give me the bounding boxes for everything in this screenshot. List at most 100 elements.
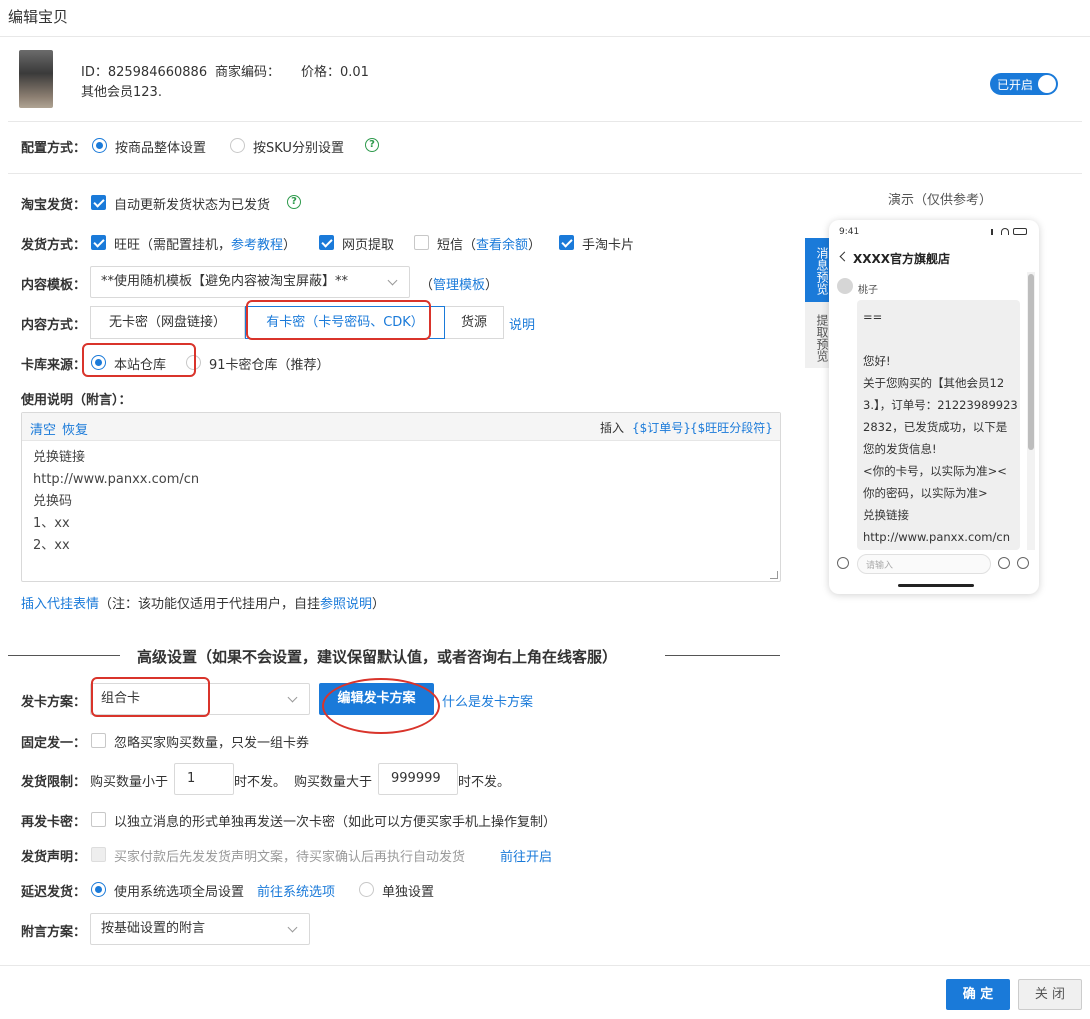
config-sku-radio[interactable] (230, 138, 245, 153)
plus-icon[interactable] (1017, 557, 1029, 569)
editor-content: 兑换链接 http://www.panxx.com/cn 兑换码 1、xx 2、… (33, 447, 199, 557)
tab-with-card[interactable]: 有卡密（卡号密码、CDK） (245, 306, 445, 339)
config-whole-radio[interactable] (92, 138, 107, 153)
header-divider (8, 121, 1082, 122)
fixed-one-checkbox[interactable] (91, 733, 106, 748)
declaration-label: 发货声明： (21, 850, 87, 865)
bubble-line: 兑换链接 (863, 508, 909, 522)
insert-order-link[interactable]: {$订单号} (632, 419, 691, 436)
confirm-button[interactable]: 确 定 (946, 979, 1010, 1010)
sms-text: 短信（查看余额） (437, 234, 541, 253)
taobao-ship-label: 淘宝发货： (21, 198, 87, 213)
wangwang-text: 旺旺（需配置挂机，参考教程） (114, 234, 296, 253)
declaration-enable-link[interactable]: 前往开启 (500, 846, 552, 865)
stock-91-label: 91卡密仓库（推荐） (209, 358, 330, 373)
edit-card-plan-button[interactable]: 编辑发卡方案 (319, 683, 434, 715)
stock-local-radio[interactable] (91, 355, 106, 370)
title-divider (0, 36, 1090, 37)
bubble-line (863, 328, 1018, 350)
template-select[interactable]: **使用随机模板【避免内容被淘宝屏蔽】** (90, 266, 410, 298)
tab-source[interactable]: 货源 (445, 306, 504, 339)
voice-icon[interactable] (837, 557, 849, 569)
auto-update-checkbox[interactable] (91, 195, 106, 210)
stock-local-label: 本站仓库 (114, 358, 167, 373)
delay-single-radio[interactable] (359, 882, 374, 897)
manage-open: （ (420, 278, 434, 293)
what-is-card-plan-link[interactable]: 什么是发卡方案 (442, 691, 533, 710)
resend-checkbox[interactable] (91, 812, 106, 827)
wifi-icon (1001, 228, 1009, 235)
insert-emoji-link[interactable]: 插入代挂表情 (21, 597, 99, 612)
explain-link[interactable]: 说明 (509, 314, 535, 333)
postscript-label: 附言方案： (21, 925, 87, 940)
resize-handle-icon[interactable] (770, 571, 778, 579)
advanced-divider-right (665, 655, 780, 656)
product-id: ID：825984660886 (81, 65, 208, 80)
instructions-editor[interactable]: 清空 恢复 插入 {$订单号} {$旺旺分段符} 兑换链接 http://www… (21, 412, 781, 582)
fixed-one-text: 忽略买家购买数量，只发一组卡券 (114, 736, 310, 751)
instructions-label: 使用说明（附言）： (21, 393, 132, 408)
bubble-line: 关于您购买的【其他会员12 (863, 376, 1005, 390)
bubble-line: 2832，已发货成功，以下是 (863, 420, 1008, 434)
reference-link[interactable]: 参照说明 (320, 597, 372, 612)
avatar (837, 278, 853, 294)
delay-single-label: 单独设置 (382, 885, 435, 900)
emoji-icon[interactable] (998, 557, 1010, 569)
preview-title: 演示（仅供参考） (888, 193, 993, 208)
config-whole-label: 按商品整体设置 (115, 141, 207, 156)
editor-line: 兑换码 (33, 494, 73, 509)
tutorial-link[interactable]: 参考教程 (231, 238, 283, 253)
taobao-ship-help-icon[interactable]: ? (287, 195, 301, 209)
sms-label: 短信（ (437, 238, 477, 253)
phone-scrollbar-thumb[interactable] (1028, 274, 1034, 450)
wangwang-label: 旺旺（需配置挂机， (114, 238, 232, 253)
wangwang-close: ） (283, 238, 297, 253)
emoji-close: ） (372, 597, 386, 612)
config-help-icon[interactable]: ? (365, 138, 379, 152)
max-quantity-input[interactable]: 999999 (378, 763, 458, 795)
system-options-link[interactable]: 前往系统选项 (257, 881, 335, 900)
editor-line: http://www.panxx.com/cn (33, 472, 200, 487)
clear-button[interactable]: 清空 (30, 419, 56, 438)
bubble-line: 您好! (863, 354, 891, 368)
bubble-line: 您的发货信息! (863, 442, 937, 456)
restore-button[interactable]: 恢复 (62, 419, 88, 438)
phone-input-placeholder: 请输入 (866, 561, 894, 571)
balance-link[interactable]: 查看余额 (476, 238, 528, 253)
bubble-line: 3.】，订单号：21223989923 (863, 398, 1018, 412)
manage-template: （管理模板） (420, 274, 498, 293)
manage-template-link[interactable]: 管理模板 (433, 278, 485, 293)
tab-extract-preview[interactable]: 提取预览 (805, 302, 829, 368)
card-plan-select[interactable]: 组合卡 (90, 683, 310, 715)
insert-ww-link[interactable]: {$旺旺分段符} (690, 419, 773, 436)
postscript-selected: 按基础设置的附言 (101, 921, 206, 936)
delay-system-radio[interactable] (91, 882, 106, 897)
product-name: 其他会员123. (81, 85, 162, 100)
close-button[interactable]: 关 闭 (1018, 979, 1082, 1010)
limit-more-prefix: 购买数量大于 (294, 775, 373, 790)
delay-system-label: 使用系统选项全局设置 (114, 885, 245, 900)
tab-no-card[interactable]: 无卡密（网盘链接） (90, 306, 245, 339)
template-label: 内容模板： (21, 278, 87, 293)
enabled-toggle[interactable]: 已开启 (990, 73, 1058, 95)
mobile-card-checkbox[interactable] (559, 235, 574, 250)
phone-message-input[interactable]: 请输入 (857, 554, 991, 574)
back-chevron-icon[interactable] (839, 251, 850, 262)
postscript-select[interactable]: 按基础设置的附言 (90, 913, 310, 945)
web-extract-checkbox[interactable] (319, 235, 334, 250)
advanced-title: 高级设置（如果不会设置，建议保留默认值，或者咨询右上角在线客服） (137, 648, 618, 666)
signal-icon (991, 229, 999, 235)
tab-source-label: 货源 (460, 315, 487, 330)
tab-with-card-label: 有卡密（卡号密码、CDK） (266, 315, 424, 330)
declaration-checkbox[interactable] (91, 847, 106, 862)
emoji-insert-row: 插入代挂表情（注：该功能仅适用于代挂用户，自挂参照说明） (21, 593, 385, 612)
battery-icon (1013, 228, 1027, 235)
tab-message-preview[interactable]: 消息预览 (805, 238, 829, 302)
emoji-note: （注：该功能仅适用于代挂用户，自挂 (99, 597, 321, 612)
wangwang-checkbox[interactable] (91, 235, 106, 250)
stock-91-radio[interactable] (186, 355, 201, 370)
sms-checkbox[interactable] (414, 235, 429, 250)
min-quantity-input[interactable]: 1 (174, 763, 234, 795)
sms-close: ） (528, 238, 542, 253)
tab-no-card-label: 无卡密（网盘链接） (108, 315, 226, 330)
